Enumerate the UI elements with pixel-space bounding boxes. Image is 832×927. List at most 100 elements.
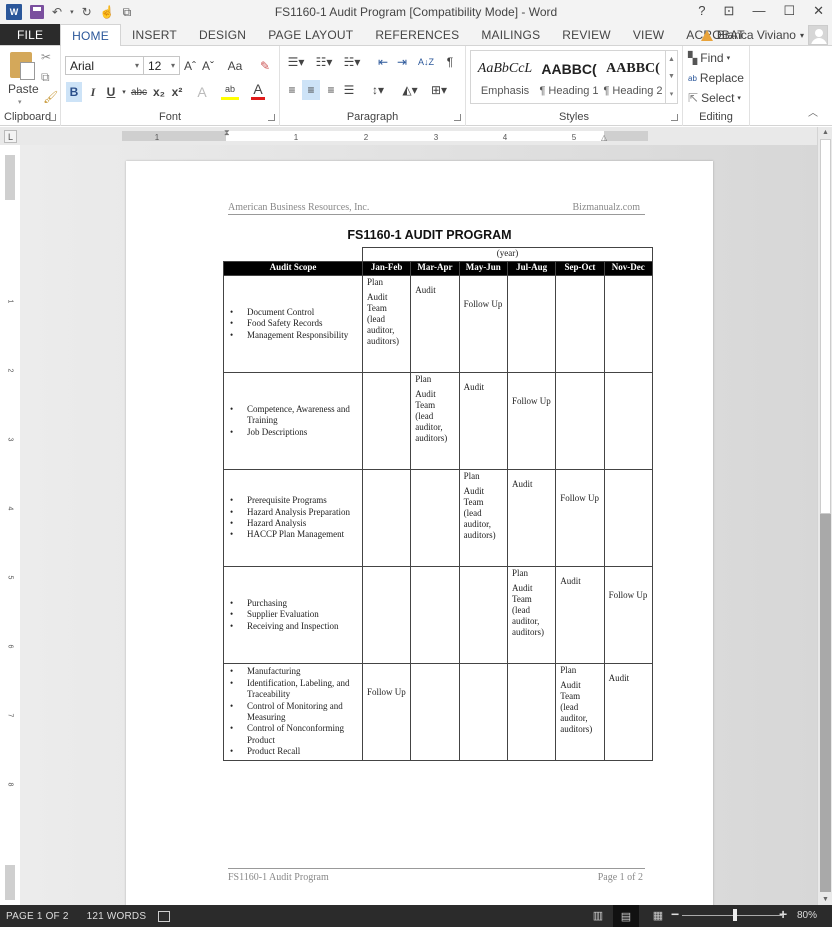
- sort-button[interactable]: A↓Z: [418, 52, 434, 72]
- schedule-cell[interactable]: Plan Audit Team (lead auditor, auditors): [361, 275, 412, 373]
- schedule-cell[interactable]: [410, 663, 460, 761]
- schedule-cell[interactable]: Audit: [555, 566, 605, 664]
- schedule-cell[interactable]: [555, 275, 605, 373]
- font-color-button[interactable]: A: [251, 80, 265, 100]
- print-layout-icon[interactable]: ▤: [613, 905, 639, 927]
- schedule-cell[interactable]: Follow Up: [603, 566, 654, 664]
- bullets-button[interactable]: ☰▾: [284, 52, 308, 72]
- strikethrough-button[interactable]: abc: [130, 82, 148, 102]
- close-icon[interactable]: ✕: [813, 3, 824, 19]
- style-heading-2[interactable]: AABBC( ¶ Heading 2: [601, 51, 665, 103]
- borders-button[interactable]: ⊞▾: [427, 80, 451, 100]
- schedule-cell[interactable]: Follow Up: [361, 663, 412, 761]
- right-indent-marker-icon[interactable]: △: [601, 133, 607, 142]
- schedule-cell[interactable]: [603, 469, 654, 567]
- user-name[interactable]: Bianca Viviano: [717, 28, 796, 42]
- tab-references[interactable]: REFERENCES: [364, 24, 470, 45]
- touch-mode-icon[interactable]: ☝: [100, 5, 115, 19]
- schedule-cell[interactable]: [555, 372, 605, 470]
- multilevel-list-button[interactable]: ☵▾: [340, 52, 364, 72]
- tab-page-layout[interactable]: PAGE LAYOUT: [257, 24, 364, 45]
- copy-icon[interactable]: ⧉: [41, 70, 50, 85]
- vertical-scrollbar[interactable]: ▲ ▼: [817, 127, 832, 905]
- font-name-field[interactable]: Arial ▾: [65, 56, 144, 75]
- undo-icon[interactable]: ↶: [52, 5, 62, 19]
- customize-qat-icon[interactable]: ⧉: [123, 5, 132, 20]
- schedule-cell[interactable]: Follow Up: [506, 372, 557, 470]
- proofing-icon[interactable]: [158, 910, 171, 922]
- audit-scope-cell[interactable]: ManufacturingIdentification, Labeling, a…: [223, 663, 363, 761]
- tab-insert[interactable]: INSERT: [121, 24, 188, 45]
- schedule-cell[interactable]: Plan Audit Team (lead auditor, auditors): [458, 469, 508, 567]
- gallery-up-icon[interactable]: ▲: [668, 56, 675, 63]
- tab-file[interactable]: FILE: [0, 24, 61, 45]
- italic-button[interactable]: I: [86, 82, 100, 102]
- subscript-button[interactable]: x₂: [152, 82, 166, 102]
- audit-scope-cell[interactable]: Prerequisite ProgramsHazard Analysis Pre…: [223, 469, 363, 567]
- year-cell[interactable]: (year): [361, 247, 654, 262]
- replace-button[interactable]: ab Replace: [688, 71, 744, 85]
- paste-icon[interactable]: [10, 52, 35, 80]
- zoom-slider[interactable]: [682, 915, 782, 916]
- schedule-cell[interactable]: Plan Audit Team (lead auditor, auditors): [555, 663, 605, 761]
- shading-button[interactable]: ◭▾: [398, 80, 422, 100]
- zoom-slider-thumb[interactable]: [733, 909, 737, 921]
- schedule-cell[interactable]: [410, 469, 460, 567]
- zoom-out-icon[interactable]: −: [671, 906, 679, 922]
- scroll-up-icon[interactable]: ▲: [818, 129, 832, 136]
- numbering-button[interactable]: ☷▾: [312, 52, 336, 72]
- tab-view[interactable]: VIEW: [622, 24, 675, 45]
- line-spacing-button[interactable]: ↕▾: [366, 80, 390, 100]
- superscript-button[interactable]: x²: [170, 82, 184, 102]
- scrollbar-track[interactable]: [820, 514, 831, 892]
- clear-formatting-icon[interactable]: ✎: [258, 56, 272, 76]
- schedule-cell[interactable]: [361, 566, 412, 664]
- font-size-field[interactable]: 12 ▾: [143, 56, 180, 75]
- vertical-ruler[interactable]: 1 2 3 4 5 6 7 8: [5, 155, 15, 900]
- indent-marker-icon[interactable]: ⧗: [224, 128, 230, 138]
- schedule-cell[interactable]: [361, 469, 412, 567]
- collapse-ribbon-icon[interactable]: ︿: [808, 104, 818, 119]
- audit-scope-cell[interactable]: Document ControlFood Safety RecordsManag…: [223, 275, 363, 373]
- word-count[interactable]: 121 WORDS: [87, 911, 147, 922]
- shrink-font-button[interactable]: Aˇ: [201, 56, 215, 76]
- audit-scope-cell[interactable]: PurchasingSupplier EvaluationReceiving a…: [223, 566, 363, 664]
- schedule-cell[interactable]: [603, 372, 654, 470]
- schedule-cell[interactable]: [361, 372, 412, 470]
- user-account[interactable]: Bianca Viviano ▾: [700, 24, 828, 46]
- schedule-cell[interactable]: Plan Audit Team (lead auditor, auditors): [506, 566, 557, 664]
- schedule-cell[interactable]: [506, 663, 557, 761]
- schedule-cell[interactable]: Follow Up: [555, 469, 605, 567]
- word-app-icon[interactable]: W: [6, 4, 22, 20]
- paste-dropdown-icon[interactable]: ▾: [18, 98, 22, 106]
- read-mode-icon[interactable]: ▥: [591, 909, 605, 922]
- schedule-cell[interactable]: Audit: [603, 663, 654, 761]
- underline-dropdown-icon[interactable]: ▾: [120, 82, 128, 102]
- grow-font-button[interactable]: Aˆ: [183, 56, 197, 76]
- save-icon[interactable]: [30, 5, 44, 19]
- audit-scope-cell[interactable]: Competence, Awareness and TrainingJob De…: [223, 372, 363, 470]
- schedule-cell[interactable]: [458, 566, 508, 664]
- show-formatting-button[interactable]: ¶: [443, 52, 457, 72]
- paste-button[interactable]: Paste: [8, 82, 39, 96]
- highlight-button[interactable]: ab: [221, 80, 239, 100]
- align-right-button[interactable]: ≡: [323, 80, 339, 100]
- horizontal-ruler[interactable]: 1 1 2 3 4 5 ⧗ △: [122, 128, 648, 142]
- format-painter-icon[interactable]: 🖌: [43, 90, 58, 104]
- change-case-button[interactable]: Aa: [224, 56, 246, 76]
- paragraph-launcher-icon[interactable]: [454, 114, 461, 121]
- gallery-down-icon[interactable]: ▼: [668, 73, 675, 80]
- bold-button[interactable]: B: [66, 82, 82, 102]
- page-count[interactable]: PAGE 1 OF 2: [6, 911, 69, 922]
- schedule-cell[interactable]: Plan Audit Team (lead auditor, auditors): [410, 372, 460, 470]
- style-emphasis[interactable]: AaBbCcL Emphasis: [473, 51, 537, 103]
- document-page[interactable]: American Business Resources, Inc. Bizman…: [126, 161, 713, 911]
- zoom-in-icon[interactable]: +: [779, 906, 787, 922]
- maximize-icon[interactable]: ☐: [783, 3, 795, 19]
- font-launcher-icon[interactable]: [268, 114, 275, 121]
- style-heading-1[interactable]: AABBC( ¶ Heading 1: [537, 51, 601, 103]
- tab-design[interactable]: DESIGN: [188, 24, 257, 45]
- schedule-cell[interactable]: [603, 275, 654, 373]
- help-icon[interactable]: ?: [698, 3, 705, 19]
- tab-mailings[interactable]: MAILINGS: [470, 24, 551, 45]
